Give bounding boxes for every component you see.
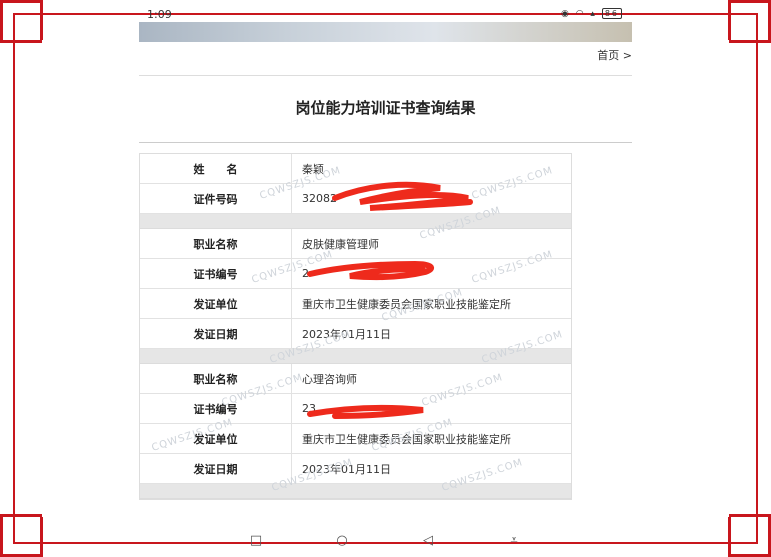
navigation-bar: □ ○ ◁ ⩡ [139, 528, 632, 554]
redaction-scribble-id [332, 181, 473, 211]
divider [139, 142, 632, 143]
status-time: 1:09 [147, 8, 172, 21]
redaction-scribble-cert-2 [307, 404, 424, 419]
field-label: 发证日期 [140, 454, 292, 483]
section-separator [140, 484, 571, 499]
field-label: 发证日期 [140, 319, 292, 348]
corner-mark-top-left-inner [40, 0, 43, 40]
corner-mark-bottom-left-inner [0, 514, 42, 517]
status-icons: ◉ ◠ ▴ 86 [561, 8, 622, 19]
corner-mark-top-left [0, 0, 3, 42]
table-row: 发证日期 2023年01月11日 [140, 319, 571, 349]
divider [139, 75, 632, 76]
signal-wifi-icon: ◉ ◠ ▴ [560, 9, 597, 19]
field-label: 证书编号 [140, 394, 292, 423]
table-row: 职业名称 皮肤健康管理师 [140, 229, 571, 259]
field-value: 心理咨询师 [302, 372, 357, 386]
status-bar: 1:09 ◉ ◠ ▴ 86 [139, 6, 632, 22]
recent-apps-icon[interactable]: □ [249, 534, 263, 548]
corner-mark-top-right-inner [729, 40, 771, 43]
corner-mark-bottom-right-inner [728, 517, 731, 557]
field-label: 姓 名 [140, 154, 292, 183]
header-banner-image [139, 22, 632, 42]
corner-mark-top-left [0, 0, 42, 3]
corner-mark-top-left-inner [0, 40, 42, 43]
field-label: 职业名称 [140, 229, 292, 258]
table-row: 职业名称 心理咨询师 [140, 364, 571, 394]
home-link[interactable]: 首页 > [597, 47, 632, 63]
field-label: 发证单位 [140, 289, 292, 318]
redaction-scribble-cert-1 [307, 260, 435, 281]
corner-mark-bottom-left-inner [40, 517, 43, 557]
corner-mark-top-right-inner [728, 0, 731, 40]
back-icon[interactable]: ◁ [421, 534, 435, 548]
corner-mark-bottom-right-inner [729, 514, 771, 517]
hide-nav-icon[interactable]: ⩡ [507, 534, 521, 548]
page-title: 岗位能力培训证书查询结果 [295, 99, 476, 117]
home-icon[interactable]: ○ [335, 534, 349, 548]
battery-icon: 86 [601, 8, 622, 19]
section-separator [140, 214, 571, 229]
corner-mark-bottom-left [0, 515, 3, 557]
corner-mark-top-right [729, 0, 771, 3]
table-row: 发证单位 重庆市卫生健康委员会国家职业技能鉴定所 [140, 289, 571, 319]
